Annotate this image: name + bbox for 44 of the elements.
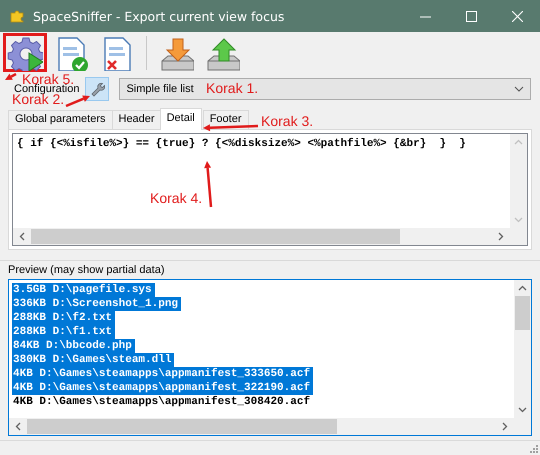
annotation-arrow bbox=[5, 72, 17, 80]
scroll-left-icon[interactable] bbox=[15, 422, 21, 431]
tab[interactable]: Global parameters bbox=[8, 110, 112, 129]
scroll-right-icon[interactable] bbox=[498, 232, 504, 241]
gear-play-icon bbox=[7, 34, 43, 70]
scroll-thumb[interactable] bbox=[515, 296, 530, 330]
preview-row[interactable]: 336KB D:\Screenshot_1.png bbox=[12, 297, 182, 311]
preview-row[interactable]: 288KB D:\f1.txt bbox=[12, 325, 116, 339]
preview-row[interactable]: 380KB D:\Games\steam.dll bbox=[12, 353, 174, 367]
preview-row[interactable]: 288KB D:\f2.txt bbox=[12, 311, 116, 325]
annotation-arrow bbox=[203, 124, 258, 132]
annotation-label: Korak 1. bbox=[206, 80, 258, 96]
scroll-right-icon[interactable] bbox=[502, 422, 508, 431]
template-code: { if {<%isfile%>} == {true} ? {<%disksize%> <%pathfile%> {&br} } } bbox=[17, 138, 466, 150]
scroll-thumb[interactable] bbox=[31, 229, 400, 244]
preview-row[interactable]: 4KB D:\Games\steamapps\appmanifest_308420.acf bbox=[12, 395, 314, 409]
preview-row[interactable]: 4KB D:\Games\steamapps\appmanifest_322190.acf bbox=[12, 381, 314, 395]
configuration-label: Configuration bbox=[14, 83, 80, 95]
chevron-down-icon bbox=[514, 86, 524, 92]
annotation-arrow bbox=[204, 161, 212, 208]
puzzle-icon bbox=[9, 8, 25, 24]
scroll-up-icon[interactable] bbox=[518, 285, 527, 291]
preview-label: Preview (may show partial data) bbox=[8, 264, 166, 278]
scrollbar[interactable] bbox=[13, 228, 510, 245]
scroll-thumb[interactable] bbox=[27, 419, 337, 434]
scroll-down-icon[interactable] bbox=[518, 407, 527, 413]
preview-list[interactable] bbox=[8, 279, 532, 436]
maximize-icon bbox=[466, 10, 476, 22]
annotation-arrow bbox=[66, 95, 90, 108]
preview-row[interactable]: 4KB D:\Games\steamapps\appmanifest_333650.acf bbox=[12, 367, 314, 381]
preview-row[interactable]: 3.5GB D:\pagefile.sys bbox=[12, 283, 155, 297]
preview-row[interactable]: 84KB D:\bbcode.php bbox=[12, 339, 135, 353]
tab[interactable]: Detail bbox=[160, 108, 202, 130]
run-button[interactable] bbox=[3, 33, 47, 72]
wrench-button[interactable] bbox=[85, 77, 110, 101]
scrollbar[interactable] bbox=[514, 280, 531, 418]
resize-grip-icon[interactable] bbox=[528, 443, 538, 453]
annotation-label: Korak 4. bbox=[150, 190, 202, 206]
wrench-icon bbox=[89, 81, 106, 97]
scrollbar[interactable] bbox=[9, 418, 514, 435]
annotation-label: Korak 3. bbox=[261, 113, 314, 129]
scroll-left-icon[interactable] bbox=[19, 232, 25, 241]
window-title: SpaceSniffer - Export current view focus bbox=[33, 8, 284, 24]
close-icon bbox=[512, 10, 522, 22]
